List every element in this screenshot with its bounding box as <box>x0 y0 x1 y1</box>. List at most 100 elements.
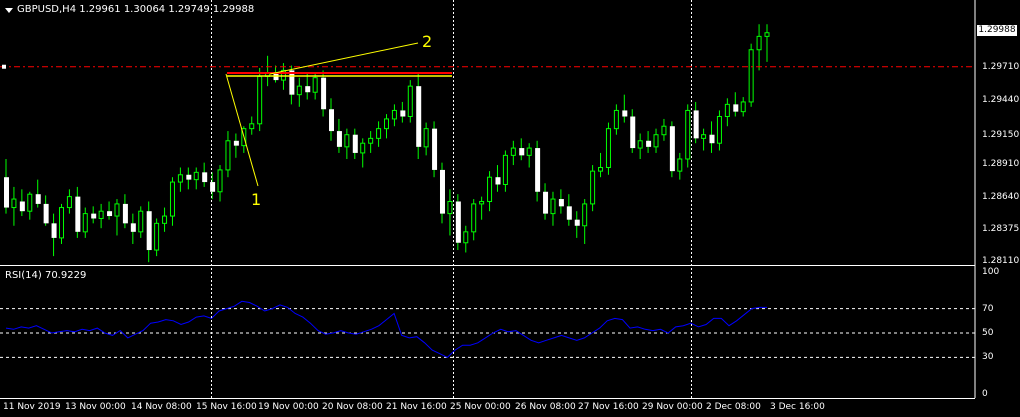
candle-body-bull <box>526 147 532 156</box>
candle-body-bull <box>582 203 588 227</box>
candle-body-bull <box>740 101 746 113</box>
candle-body-bull <box>177 174 183 183</box>
candle-body-bull <box>344 134 350 148</box>
candle-body-bull <box>225 140 231 171</box>
candle-body-bear <box>558 199 564 207</box>
candle-body-bull <box>368 137 374 144</box>
candle-body-bear <box>186 174 192 180</box>
time-axis-label: 25 Nov 00:00 <box>450 402 511 412</box>
candle-body-bull <box>724 103 730 118</box>
candle-body-bear <box>43 203 49 224</box>
time-axis-label: 14 Nov 08:00 <box>131 402 192 412</box>
candle-body-bear <box>75 196 81 232</box>
candle-body-bull <box>296 85 302 96</box>
price-axis-label: 1.28110 <box>982 255 1020 266</box>
candle-body-bull <box>510 147 516 156</box>
candle-body-bull <box>11 198 17 209</box>
candle-body-bull <box>154 222 160 251</box>
candle-body-bear <box>646 140 652 147</box>
candle-body-bull <box>423 128 429 148</box>
candle-body-bull <box>590 170 596 205</box>
price-axis-label: 1.28640 <box>982 191 1020 202</box>
candle-body-bear <box>91 213 97 219</box>
candle-body-bull <box>637 140 643 149</box>
candle-body-bear <box>321 77 327 110</box>
candle-body-bear <box>289 70 295 95</box>
time-axis-label: 29 Nov 00:00 <box>642 402 703 412</box>
rsi-label: RSI(14) 70.9229 <box>5 270 87 281</box>
rsi-axis-label: 50 <box>982 328 994 338</box>
candle-body-bear <box>535 148 541 192</box>
candle-body-bull <box>756 35 762 51</box>
chart-menu-triangle-icon[interactable] <box>5 8 13 13</box>
time-axis-label: 13 Nov 00:00 <box>65 402 126 412</box>
time-axis-label: 19 Nov 00:00 <box>258 402 319 412</box>
candle-body-bear <box>146 211 152 251</box>
candle-body-bear <box>329 109 335 132</box>
candle-body-bull <box>193 171 199 181</box>
candle-body-bull <box>605 128 611 168</box>
rsi-axis-label: 0 <box>982 389 988 399</box>
chart-canvas[interactable] <box>0 0 1020 417</box>
current-price-marker <box>2 64 6 69</box>
candle-body-bull <box>169 181 175 217</box>
candle-body-bear <box>122 203 128 224</box>
rsi-axis-label: 70 <box>982 303 994 314</box>
candle-body-bull <box>487 176 493 202</box>
candle-body-bull <box>653 134 659 148</box>
candle-body-bull <box>598 166 604 172</box>
candle-body-bull <box>384 118 389 130</box>
candle-body-bull <box>463 231 469 244</box>
symbol-label: GBPUSD,H4 <box>17 4 77 15</box>
close-value: 1.29988 <box>212 4 255 15</box>
candle-body-bear <box>709 134 715 144</box>
candle-body-bull <box>471 203 477 233</box>
candle-body-bear <box>733 104 739 112</box>
candle-body-bull <box>138 210 144 233</box>
candle-body-bear <box>19 201 25 212</box>
candle-body-bull <box>661 125 667 136</box>
candle-body-bull <box>677 158 683 172</box>
candle-body-bull <box>162 215 168 224</box>
candle-body-bull <box>550 198 556 215</box>
candle-body-bear <box>439 169 445 214</box>
candle-body-bear <box>432 128 438 170</box>
time-axis-label: 27 Nov 16:00 <box>578 402 639 412</box>
annotation-label-1[interactable]: 1 <box>251 192 261 208</box>
candle-body-bull <box>613 109 619 130</box>
price-axis-label: 1.29440 <box>982 94 1020 105</box>
candle-body-bull <box>716 116 722 144</box>
candle-body-bear <box>693 110 699 139</box>
rsi-axis-label: 30 <box>982 352 994 363</box>
candle-body-bull <box>66 196 72 209</box>
candle-body-bull <box>685 109 691 160</box>
open-value: 1.29961 <box>79 4 121 15</box>
current-price-tag: 1.29988 <box>977 25 1017 36</box>
candle-body-bear <box>622 110 628 117</box>
candle-body-bull <box>502 154 508 185</box>
candle-body-bull <box>98 210 104 219</box>
candle-body-bull <box>479 200 485 205</box>
candle-body-bear <box>495 177 501 185</box>
high-value: 1.30064 <box>123 4 166 15</box>
candle-body-bull <box>27 193 33 212</box>
candle-body-bull <box>407 85 413 118</box>
candle-body-bear <box>336 131 342 147</box>
candle-body-bull <box>447 200 453 215</box>
candle-body-bear <box>35 194 41 204</box>
price-axis-label: 1.29150 <box>982 129 1020 140</box>
candle-body-bull <box>217 169 223 193</box>
candle-body-bear <box>416 86 422 147</box>
candle-body-bear <box>400 110 406 117</box>
time-axis-label: 21 Nov 16:00 <box>386 402 447 412</box>
candle-body-bear <box>574 219 580 226</box>
candle-body-bear <box>543 191 549 214</box>
candle-body-bear <box>233 140 239 146</box>
candle-body-bull <box>114 203 120 217</box>
candle-body-bull <box>82 213 88 233</box>
candle-body-bull <box>257 75 263 125</box>
candle-body-bull <box>764 32 770 37</box>
candle-body-bull <box>748 49 754 103</box>
annotation-label-2[interactable]: 2 <box>422 34 432 50</box>
candle-body-bear <box>51 223 57 238</box>
